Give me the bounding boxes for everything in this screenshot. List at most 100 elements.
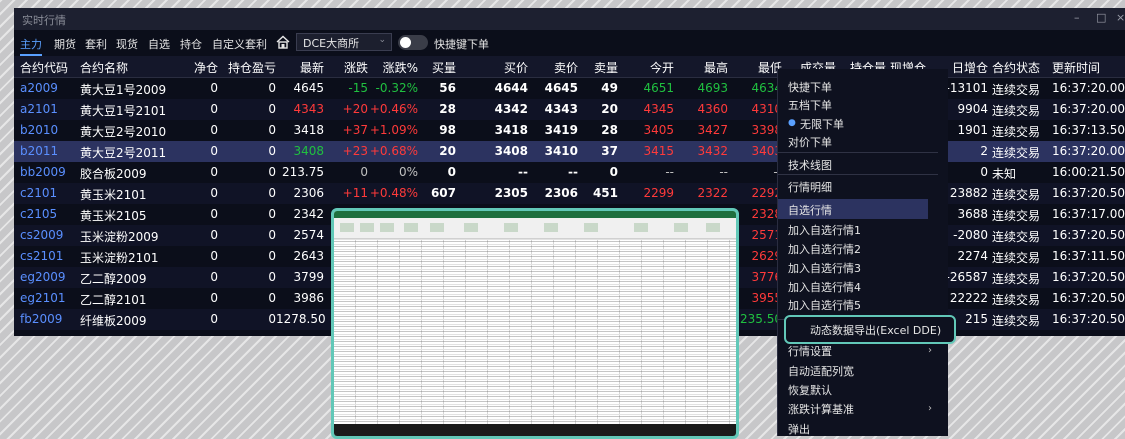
table-row[interactable]: c2101 黄玉米2101 0 0 2306 +11 +0.48% 607 2305 2306 45… [14, 183, 1125, 204]
cell-daily-oi-change: 2274 [957, 249, 988, 263]
cell-net: 0 [210, 186, 218, 200]
column-header[interactable]: 持仓盈亏 [218, 59, 276, 76]
column-header[interactable]: 更新时间 [1052, 59, 1124, 76]
cell-daily-oi-change: 3688 [957, 207, 988, 221]
table-row[interactable]: a2101 黄大豆1号2101 0 0 4343 +20 +0.46% 28 4342 4343 2… [14, 99, 1125, 120]
cell-last: 2306 [293, 186, 324, 200]
cell-update-time: 16:37:20.000 [1052, 81, 1125, 95]
table-row[interactable]: b2011 黄大豆2号2011 0 0 3408 +23 +0.68% 20 3408 3410 3… [14, 141, 1125, 162]
column-header[interactable]: 今开 [618, 59, 674, 76]
close-icon[interactable]: × [1116, 11, 1125, 24]
menu-item[interactable]: 无限下单 [800, 116, 844, 132]
menu-item[interactable]: 对价下单 [788, 134, 832, 150]
cell-high: 2322 [697, 186, 728, 200]
cell-last: 3418 [293, 123, 324, 137]
cell-daily-oi-change: 23882 [949, 186, 988, 200]
menu-item[interactable]: 加入自选行情5 [788, 297, 861, 313]
tab-main[interactable]: 主力 [20, 36, 42, 56]
column-header[interactable]: 最高 [674, 59, 728, 76]
menu-item[interactable]: 加入自选行情2 [788, 241, 861, 257]
selected-radio-icon: ● [788, 118, 796, 128]
cell-status: 连续交易 [992, 314, 1041, 328]
column-header[interactable]: 买量 [418, 59, 456, 76]
cell-pnl: 0 [268, 249, 276, 263]
submenu-arrow-icon: › [928, 403, 932, 414]
toggle-knob [400, 37, 411, 48]
cell-name: 乙二醇2101 [80, 293, 147, 307]
cell-pnl: 0 [268, 144, 276, 158]
window-title: 实时行情 [22, 14, 66, 27]
cell-net: 0 [210, 312, 218, 326]
column-header[interactable]: 合约代码 [20, 59, 80, 76]
cell-open: 4345 [643, 102, 674, 116]
context-menu: 快捷下单五档下单无限下单对价下单技术线图行情明细自选行情加入自选行情1 加入自选行… [777, 69, 948, 436]
cell-status: 连续交易 [992, 230, 1041, 244]
cell-status: 连续交易 [992, 104, 1041, 118]
column-header[interactable]: 涨跌% [368, 59, 418, 76]
cell-open: 3415 [643, 144, 674, 158]
menu-item[interactable]: 自动适配列宽 [788, 363, 854, 379]
column-header[interactable]: 合约名称 [80, 59, 180, 76]
cell-ask-qty: 451 [592, 186, 618, 200]
column-header[interactable]: 最低 [728, 59, 782, 76]
menu-item-excel-dde-export[interactable]: 动态数据导出(Excel DDE) [784, 315, 956, 344]
menu-separator [778, 152, 938, 153]
column-header[interactable]: 卖价 [528, 59, 578, 76]
quick-order-toggle[interactable] [398, 35, 428, 50]
tab-positions[interactable]: 持仓 [180, 36, 202, 52]
tab-watchlist[interactable]: 自选 [148, 36, 170, 52]
column-header[interactable]: 卖量 [578, 59, 618, 76]
tab-custom-arbitrage[interactable]: 自定义套利 [212, 36, 267, 52]
menu-item[interactable]: 行情明细 [788, 179, 832, 195]
cell-ask-price: 3410 [544, 144, 578, 158]
table-row[interactable]: bb2009胶合板200900213.7500%0----0------0未知1… [14, 162, 1125, 183]
cell-update-time: 16:37:20.500 [1052, 312, 1125, 326]
table-row[interactable]: a2009 黄大豆1号2009 0 0 4645 -15 -0.32% 56 4644 4645 4… [14, 78, 1125, 99]
cell-change: +23 [342, 144, 368, 158]
cell-code: b2010 [20, 123, 59, 137]
cell-name: 乙二醇2009 [80, 272, 147, 286]
tab-futures[interactable]: 期货 [54, 36, 76, 52]
tab-arbitrage[interactable]: 套利 [85, 36, 107, 52]
cell-pnl: 0 [268, 291, 276, 305]
cell-open: 3405 [643, 123, 674, 137]
cell-pnl: 0 [268, 123, 276, 137]
cell-change-pct: +0.68% [369, 144, 418, 158]
column-header[interactable]: 合约状态 [992, 59, 1052, 76]
excel-ribbon [334, 218, 736, 239]
cell-net: 0 [210, 270, 218, 284]
column-header[interactable]: 涨跌 [324, 59, 368, 76]
menu-item[interactable]: 加入自选行情3 [788, 260, 861, 276]
cell-code: a2101 [20, 102, 58, 116]
cell-last: 3799 [293, 270, 324, 284]
maximize-icon[interactable]: □ [1096, 11, 1106, 24]
menu-item[interactable]: 弹出 [788, 421, 810, 437]
cell-daily-oi-change: 22222 [949, 291, 988, 305]
column-header[interactable]: 净仓 [180, 59, 218, 76]
minimize-icon[interactable]: – [1074, 11, 1080, 24]
menu-item-label: 动态数据导出(Excel DDE) [810, 324, 942, 337]
cell-status: 连续交易 [992, 293, 1041, 307]
menu-item[interactable]: 五档下单 [788, 97, 832, 113]
column-header[interactable]: 最新 [276, 59, 324, 76]
cell-code: c2105 [20, 207, 58, 221]
cell-net: 0 [210, 123, 218, 137]
menu-item[interactable]: 自选行情 [778, 199, 928, 219]
home-icon[interactable] [276, 35, 290, 49]
column-header[interactable]: 买价 [456, 59, 528, 76]
menu-item[interactable]: 加入自选行情4 [788, 279, 861, 295]
menu-item[interactable]: 加入自选行情1 [788, 222, 861, 238]
menu-item[interactable]: 技术线图 [788, 157, 832, 173]
menu-item[interactable]: 行情设置 [788, 343, 832, 359]
column-header[interactable]: 日增仓 [944, 59, 988, 76]
menu-item[interactable]: 恢复默认 [788, 382, 832, 398]
menu-item[interactable]: 快捷下单 [788, 79, 832, 95]
exchange-select[interactable]: DCE大商所 ⌄ [296, 33, 392, 51]
cell-ask-qty: 20 [601, 102, 618, 116]
menu-item[interactable]: 涨跌计算基准 [788, 401, 854, 417]
cell-change: 0 [360, 165, 368, 179]
tab-spot[interactable]: 现货 [116, 36, 138, 52]
cell-daily-oi-change: 2 [980, 144, 988, 158]
table-row[interactable]: b2010 黄大豆2号2010 0 0 3418 +37 +1.09% 98 3418 3419 2… [14, 120, 1125, 141]
cell-update-time: 16:37:20.500 [1052, 228, 1125, 242]
